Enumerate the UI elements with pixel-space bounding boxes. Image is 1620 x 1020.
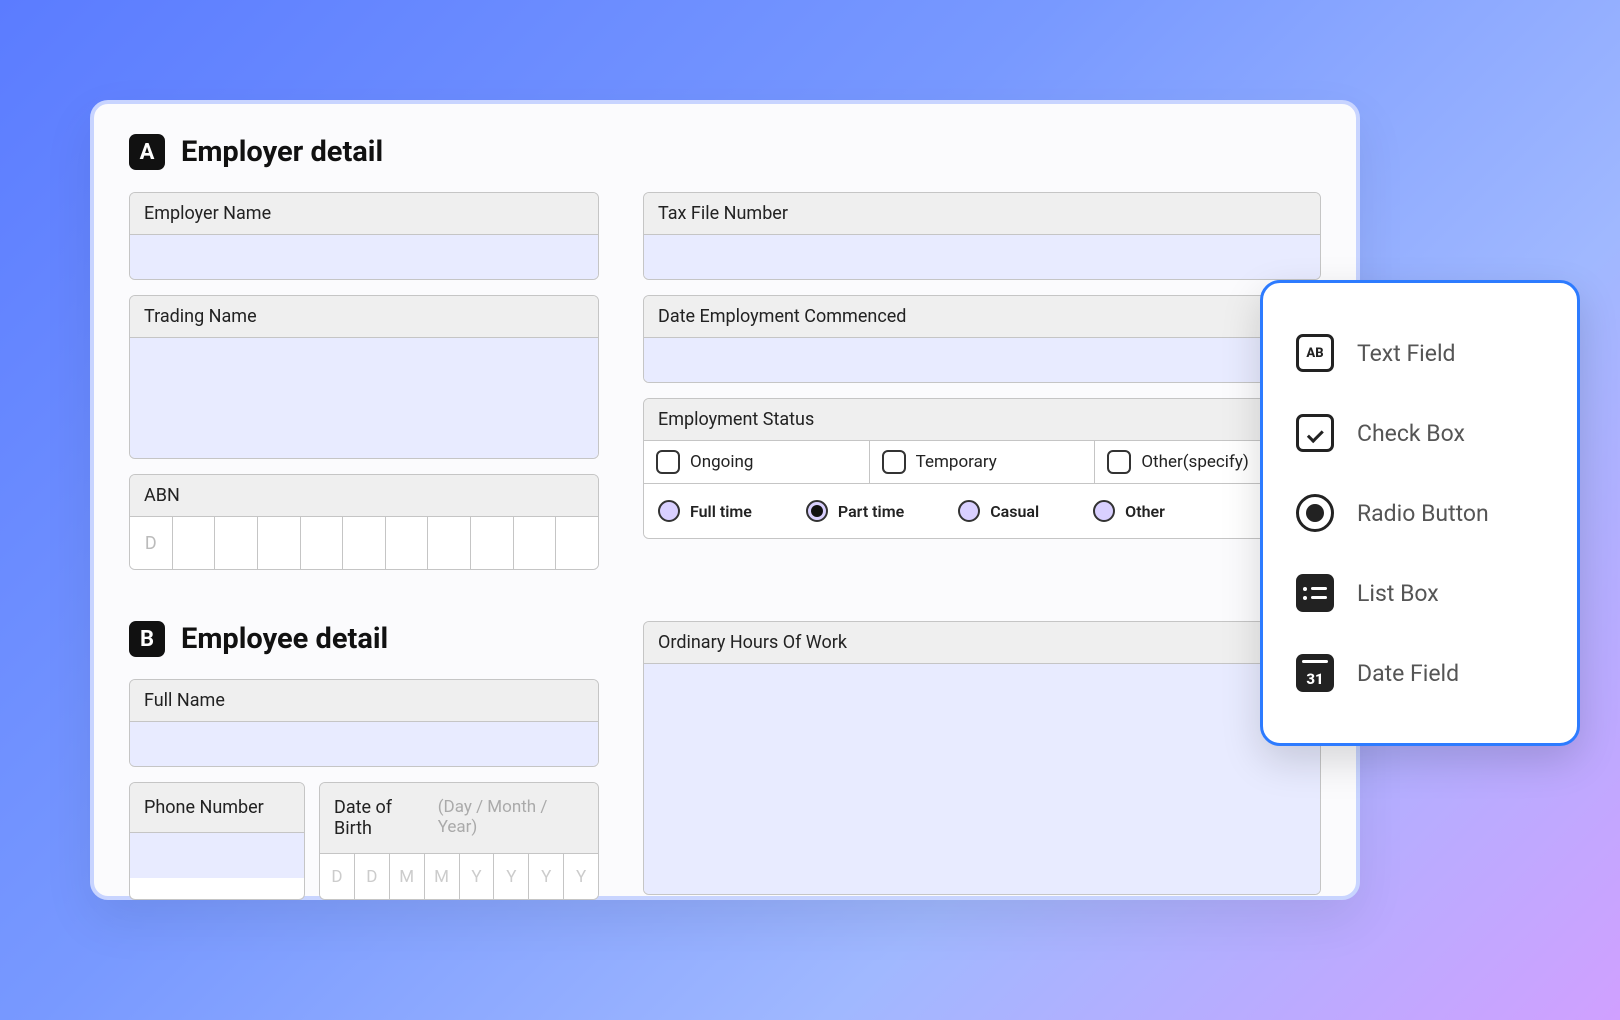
date-commenced-input[interactable] — [644, 338, 1320, 382]
checkbox-icon — [1107, 450, 1131, 474]
status-check-temporary[interactable]: Temporary — [870, 441, 1096, 483]
full-name-label: Full Name — [130, 680, 598, 722]
popup-label: Text Field — [1357, 340, 1456, 367]
check-box-icon — [1295, 413, 1335, 453]
dob-cell[interactable]: M — [390, 854, 425, 899]
dob-hint: (Day / Month / Year) — [438, 797, 584, 839]
popup-radio-button[interactable]: Radio Button — [1295, 473, 1545, 553]
abn-cell[interactable] — [428, 517, 471, 569]
dob-group: Date of Birth (Day / Month / Year) D D M… — [319, 782, 599, 900]
trading-name-group: Trading Name — [129, 295, 599, 459]
abn-cell[interactable] — [258, 517, 301, 569]
dob-cell[interactable]: D — [355, 854, 390, 899]
checkbox-icon — [656, 450, 680, 474]
section-a-title: Employer detail — [181, 135, 383, 169]
form-card: A Employer detail Employer Name Trading … — [90, 100, 1360, 900]
abn-cell[interactable] — [514, 517, 557, 569]
ordinary-hours-input[interactable] — [644, 664, 1320, 894]
tax-file-label: Tax File Number — [644, 193, 1320, 235]
section-a-columns: Employer Name Trading Name ABN D — [129, 192, 1321, 585]
dob-cell[interactable]: Y — [529, 854, 564, 899]
ordinary-hours-label: Ordinary Hours Of Work — [644, 622, 1320, 664]
radio-label: Part time — [838, 502, 904, 521]
popup-label: List Box — [1357, 580, 1439, 607]
radio-full-time[interactable]: Full time — [658, 500, 752, 522]
employer-name-label: Employer Name — [130, 193, 598, 235]
checkbox-icon — [882, 450, 906, 474]
abn-cell[interactable] — [215, 517, 258, 569]
dob-row: D D M M Y Y Y Y — [320, 854, 598, 899]
abn-cell[interactable] — [471, 517, 514, 569]
list-box-icon — [1295, 573, 1335, 613]
dob-cell[interactable]: D — [320, 854, 355, 899]
section-b-title: Employee detail — [181, 622, 388, 656]
date-field-icon: 31 — [1295, 653, 1335, 693]
radio-icon — [1093, 500, 1115, 522]
radio-casual[interactable]: Casual — [958, 500, 1039, 522]
status-check-ongoing[interactable]: Ongoing — [644, 441, 870, 483]
radio-label: Full time — [690, 502, 752, 521]
employer-name-group: Employer Name — [129, 192, 599, 280]
field-types-popup: AB Text Field Check Box Radio Button Lis… — [1260, 280, 1580, 746]
radio-label: Other — [1125, 502, 1165, 521]
radio-icon — [806, 500, 828, 522]
popup-label: Radio Button — [1357, 500, 1489, 527]
section-a-badge: A — [129, 134, 165, 170]
full-name-input[interactable] — [130, 722, 598, 766]
phone-label: Phone Number — [130, 783, 304, 833]
status-check-label: Temporary — [916, 452, 997, 472]
tax-file-group: Tax File Number — [643, 192, 1321, 280]
radio-label: Casual — [990, 502, 1039, 521]
full-name-group: Full Name — [129, 679, 599, 767]
abn-cell[interactable] — [556, 517, 598, 569]
section-a-header: A Employer detail — [129, 134, 1321, 170]
status-check-row: Ongoing Temporary Other(specify) — [644, 441, 1320, 483]
employment-status-label: Employment Status — [644, 399, 1320, 441]
popup-check-box[interactable]: Check Box — [1295, 393, 1545, 473]
date-commenced-label: Date Employment Commenced — [644, 296, 1320, 338]
phone-dob-row: Phone Number Date of Birth (Day / Month … — [129, 782, 599, 900]
dob-label: Date of Birth — [334, 797, 430, 839]
popup-label: Date Field — [1357, 660, 1459, 687]
text-field-icon: AB — [1295, 333, 1335, 373]
status-check-label: Other(specify) — [1141, 452, 1248, 472]
abn-cell[interactable] — [343, 517, 386, 569]
dob-cell[interactable]: Y — [564, 854, 598, 899]
section-b-row: B Employee detail Full Name Phone Number… — [129, 621, 1321, 900]
ordinary-hours-group: Ordinary Hours Of Work — [643, 621, 1321, 895]
abn-label: ABN — [130, 475, 598, 517]
popup-label: Check Box — [1357, 420, 1465, 447]
phone-group: Phone Number — [129, 782, 305, 900]
tax-file-input[interactable] — [644, 235, 1320, 279]
popup-date-field[interactable]: 31 Date Field — [1295, 633, 1545, 713]
employment-status-group: Employment Status Ongoing Temporary Othe… — [643, 398, 1321, 539]
popup-list-box[interactable]: List Box — [1295, 553, 1545, 633]
radio-button-icon — [1295, 493, 1335, 533]
phone-input[interactable] — [130, 833, 304, 878]
popup-text-field[interactable]: AB Text Field — [1295, 313, 1545, 393]
abn-group: ABN D — [129, 474, 599, 570]
section-b-header: B Employee detail — [129, 621, 599, 657]
abn-cell[interactable] — [301, 517, 344, 569]
status-check-label: Ongoing — [690, 452, 753, 472]
dob-cell[interactable]: Y — [494, 854, 529, 899]
employer-name-input[interactable] — [130, 235, 598, 279]
abn-cell[interactable] — [173, 517, 216, 569]
dob-cell[interactable]: M — [425, 854, 460, 899]
radio-icon — [658, 500, 680, 522]
radio-icon — [958, 500, 980, 522]
dob-cell[interactable]: Y — [460, 854, 495, 899]
trading-name-label: Trading Name — [130, 296, 598, 338]
radio-other[interactable]: Other — [1093, 500, 1165, 522]
abn-cell[interactable] — [386, 517, 429, 569]
abn-cell[interactable]: D — [130, 517, 173, 569]
date-commenced-group: Date Employment Commenced — [643, 295, 1321, 383]
trading-name-input[interactable] — [130, 338, 598, 458]
status-radio-row: Full time Part time Casual Other — [644, 483, 1320, 538]
section-b-badge: B — [129, 621, 165, 657]
dob-header: Date of Birth (Day / Month / Year) — [320, 783, 598, 854]
abn-row: D — [130, 517, 598, 569]
radio-part-time[interactable]: Part time — [806, 500, 904, 522]
